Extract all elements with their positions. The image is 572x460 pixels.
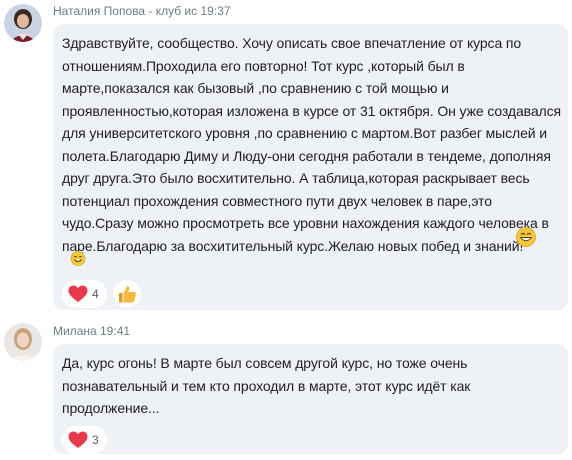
chat-feed: Наталия Попова - клуб ис 19:37 Здравству…: [0, 0, 572, 460]
sweat-smile-emoji: [70, 250, 86, 271]
message-line: отношениям.Проходила его повторно! Тот к…: [62, 57, 465, 74]
message-line: марте,показался как бызовый ,по сравнени…: [62, 80, 449, 96]
sender-name[interactable]: Наталия Попова - клуб ис 19:37: [53, 4, 231, 18]
message-1: Наталия Попова - клуб ис 19:37 Здравству…: [0, 0, 572, 310]
message-2: Милана 19:41 Да, курс огонь! В марте был…: [0, 318, 572, 460]
message-bubble: Здравствуйте, сообщество. Хочу описать с…: [53, 24, 568, 310]
sender-name[interactable]: Милана 19:41: [53, 324, 130, 338]
message-line: познавательный и тем кто проходил в март…: [62, 377, 471, 394]
avatar-milana[interactable]: [4, 323, 42, 361]
reaction-count: 4: [92, 287, 99, 301]
message-line: друг друга.Это было восхитительно. А таб…: [62, 170, 530, 186]
avatar-natalia[interactable]: [4, 4, 42, 42]
message-line: чудо.Сразу можно просмотреть все уровни …: [62, 215, 549, 231]
grinning-face-emoji: [516, 227, 536, 252]
message-text: Да, курс огонь! В марте был совсем друго…: [62, 352, 562, 420]
message-text: Здравствуйте, сообщество. Хочу описать с…: [62, 32, 562, 257]
reaction-thumbs-up[interactable]: [113, 280, 141, 308]
message-line: Да, курс огонь! В марте был совсем друго…: [62, 355, 468, 371]
message-bubble: Да, курс огонь! В марте был совсем друго…: [53, 344, 568, 454]
message-line: проявленностью,которая изложена в курсе …: [62, 102, 561, 119]
message-line: для университетского уровня ,по сравнени…: [62, 125, 548, 141]
message-line: полета.Благодарю Диму и Люду-они сегодня…: [62, 147, 551, 164]
message-line: потенциал прохождения совместного пути д…: [62, 192, 492, 209]
heart-icon: [68, 431, 88, 448]
message-line: продолжение...: [62, 400, 160, 416]
message-line: паре.Благодарю за восхитительный курс.Же…: [62, 237, 524, 254]
message-line: Здравствуйте, сообщество. Хочу описать с…: [62, 35, 522, 51]
reaction-heart[interactable]: 4: [62, 280, 107, 308]
heart-icon: [68, 285, 88, 302]
reaction-heart[interactable]: 3: [62, 426, 107, 454]
reaction-count: 3: [92, 433, 99, 447]
thumbs-up-icon: [119, 286, 136, 303]
